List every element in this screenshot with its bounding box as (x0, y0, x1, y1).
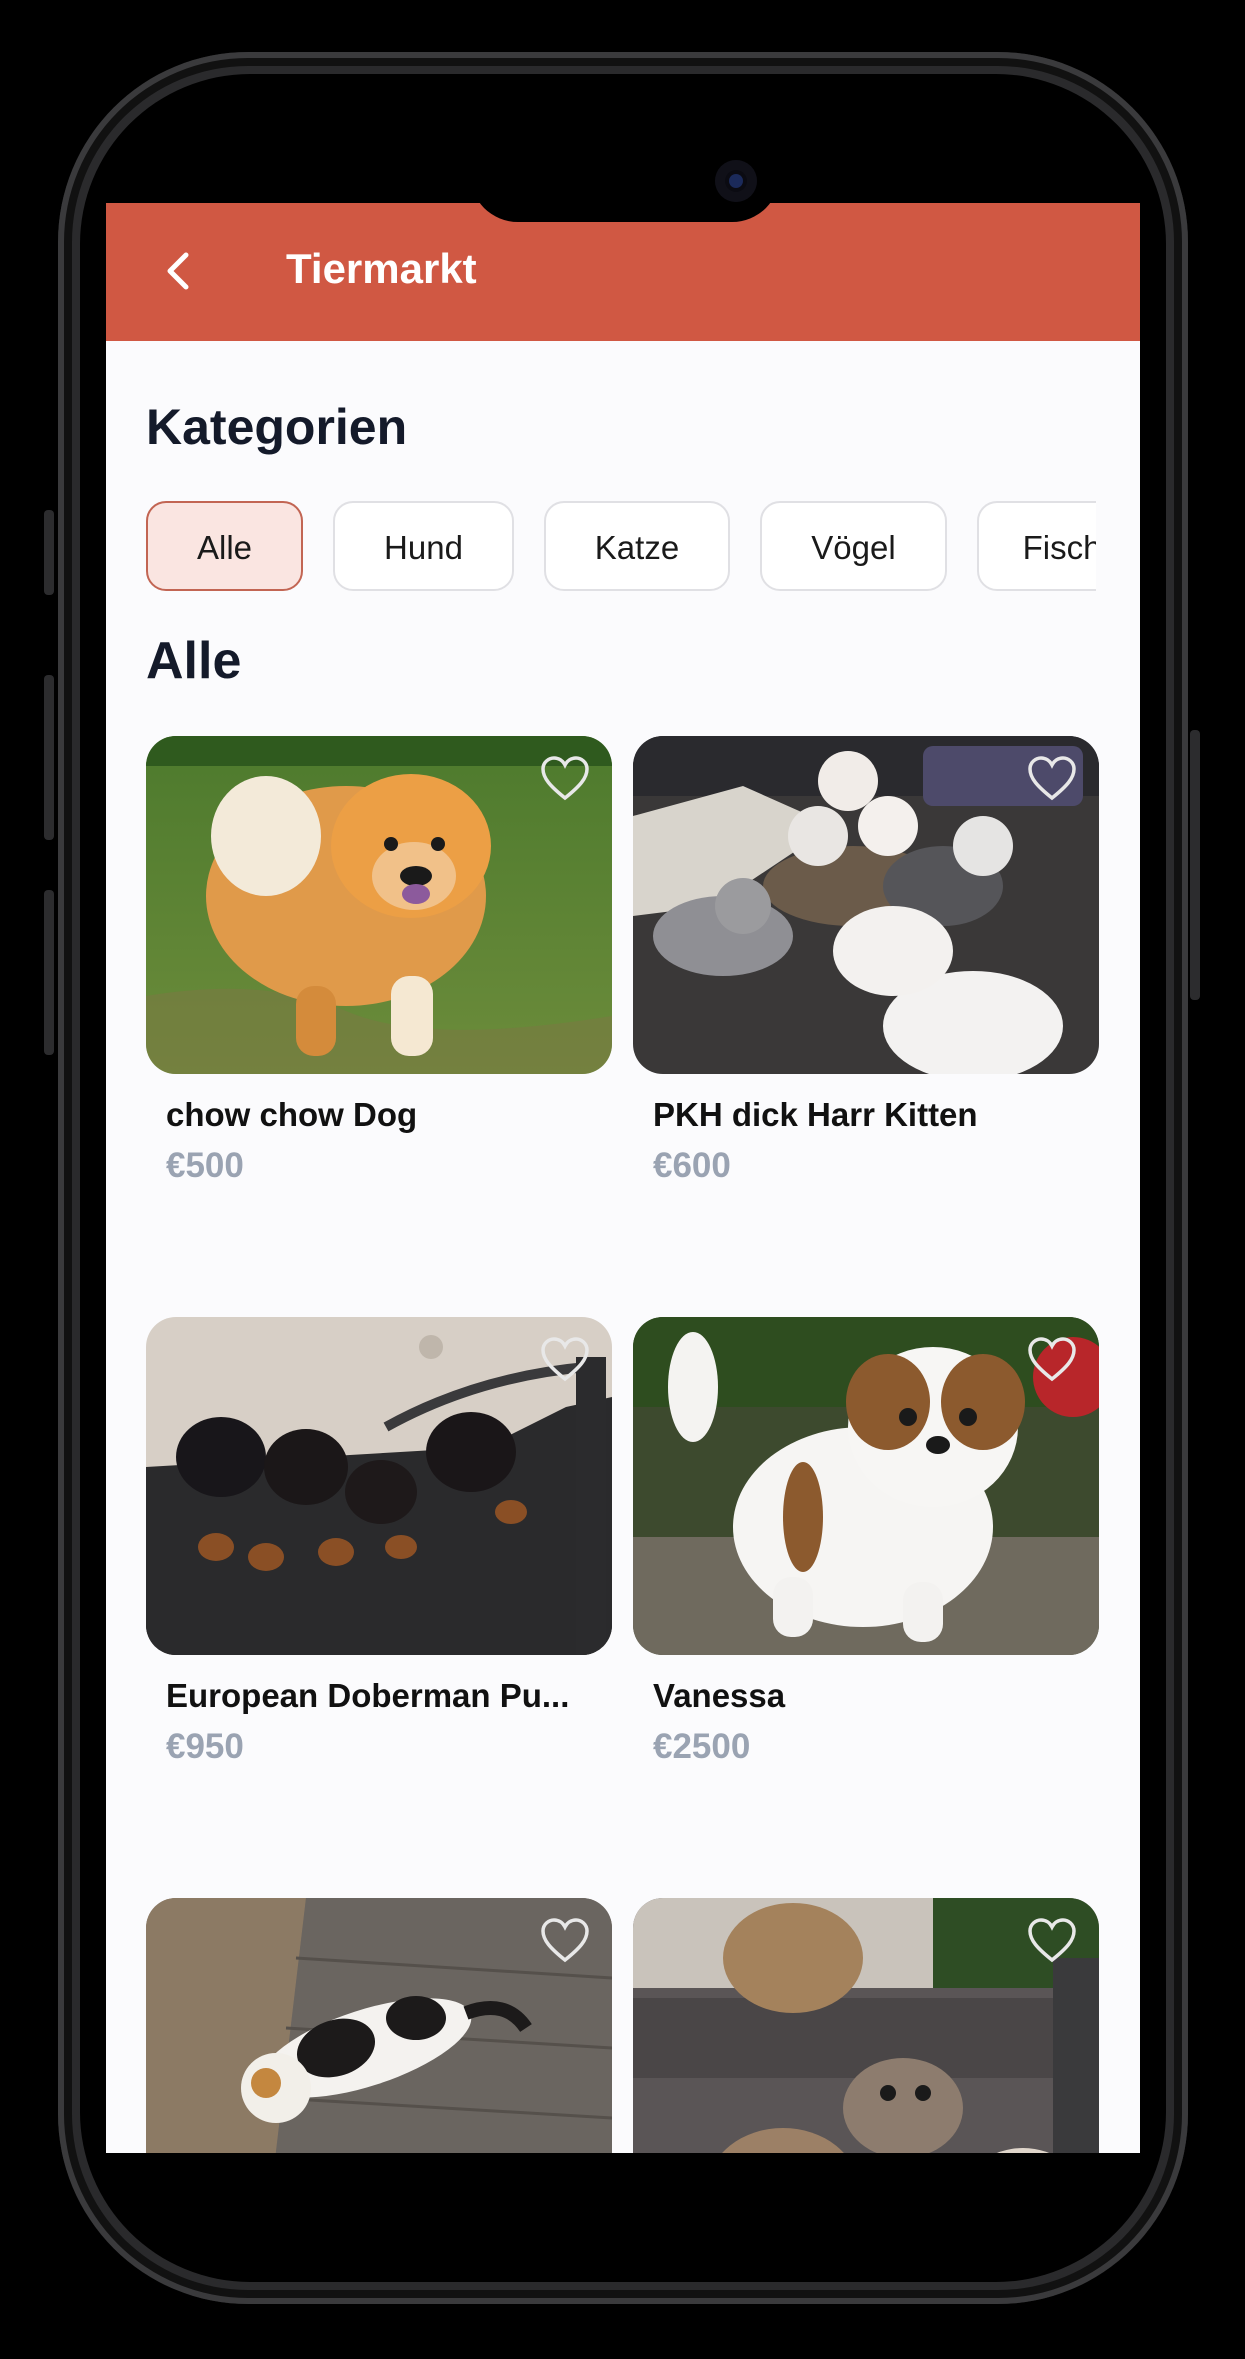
category-chip-fisch[interactable]: Fisch (977, 501, 1096, 591)
heart-outline-icon[interactable] (1027, 1918, 1077, 1964)
app-bar: Tiermarkt (106, 203, 1140, 341)
listing-price: €950 (166, 1727, 244, 1766)
power-button (1190, 730, 1200, 1000)
heart-outline-icon[interactable] (540, 756, 590, 802)
listing-card[interactable]: European Doberman Pu... €950 (146, 1317, 612, 1797)
heart-outline-icon[interactable] (1027, 1337, 1077, 1383)
shih-tzu-puppy-photo (633, 1317, 1099, 1655)
category-chip-katze[interactable]: Katze (544, 501, 730, 591)
listing-name: chow chow Dog (166, 1096, 418, 1133)
silent-switch (44, 510, 54, 595)
listing-price: €2500 (653, 1727, 751, 1766)
heart-outline-icon[interactable] (540, 1337, 590, 1383)
listing-price: €600 (653, 1146, 731, 1185)
persian-kittens-photo (633, 1898, 1099, 2153)
listing-heading: Alle (146, 632, 242, 690)
listing-card[interactable] (633, 1898, 1099, 2153)
category-chip-alle[interactable]: Alle (146, 501, 303, 591)
category-chip-hund[interactable]: Hund (333, 501, 514, 591)
listing-price: €500 (166, 1146, 244, 1185)
doberman-puppies-photo (146, 1317, 612, 1655)
listing-name: Vanessa (653, 1677, 786, 1714)
volume-down-button (44, 890, 54, 1055)
volume-up-button (44, 675, 54, 840)
app-screen: Tiermarkt Kategorien Alle Hund Katze Vög… (106, 203, 1140, 2153)
front-camera (715, 160, 757, 202)
categories-heading: Kategorien (146, 399, 408, 455)
listing-card[interactable] (146, 1898, 612, 2153)
calico-cat-photo (146, 1898, 612, 2153)
listing-card[interactable]: chow chow Dog €500 (146, 736, 612, 1216)
app-title: Tiermarkt (286, 245, 477, 292)
listing-name: European Doberman Pu... (166, 1677, 570, 1714)
category-chip-list[interactable]: Alle Hund Katze Vögel Fisch (146, 501, 1096, 597)
heart-outline-icon[interactable] (540, 1918, 590, 1964)
listing-card[interactable]: PKH dick Harr Kitten €600 (633, 736, 1099, 1216)
chevron-left-icon[interactable] (158, 249, 202, 293)
category-chip-voegel[interactable]: Vögel (760, 501, 947, 591)
heart-outline-icon[interactable] (1027, 756, 1077, 802)
listing-name: PKH dick Harr Kitten (653, 1096, 978, 1133)
kittens-photo (633, 736, 1099, 1074)
listing-card[interactable]: Vanessa €2500 (633, 1317, 1099, 1797)
chow-chow-dog-photo (146, 736, 612, 1074)
